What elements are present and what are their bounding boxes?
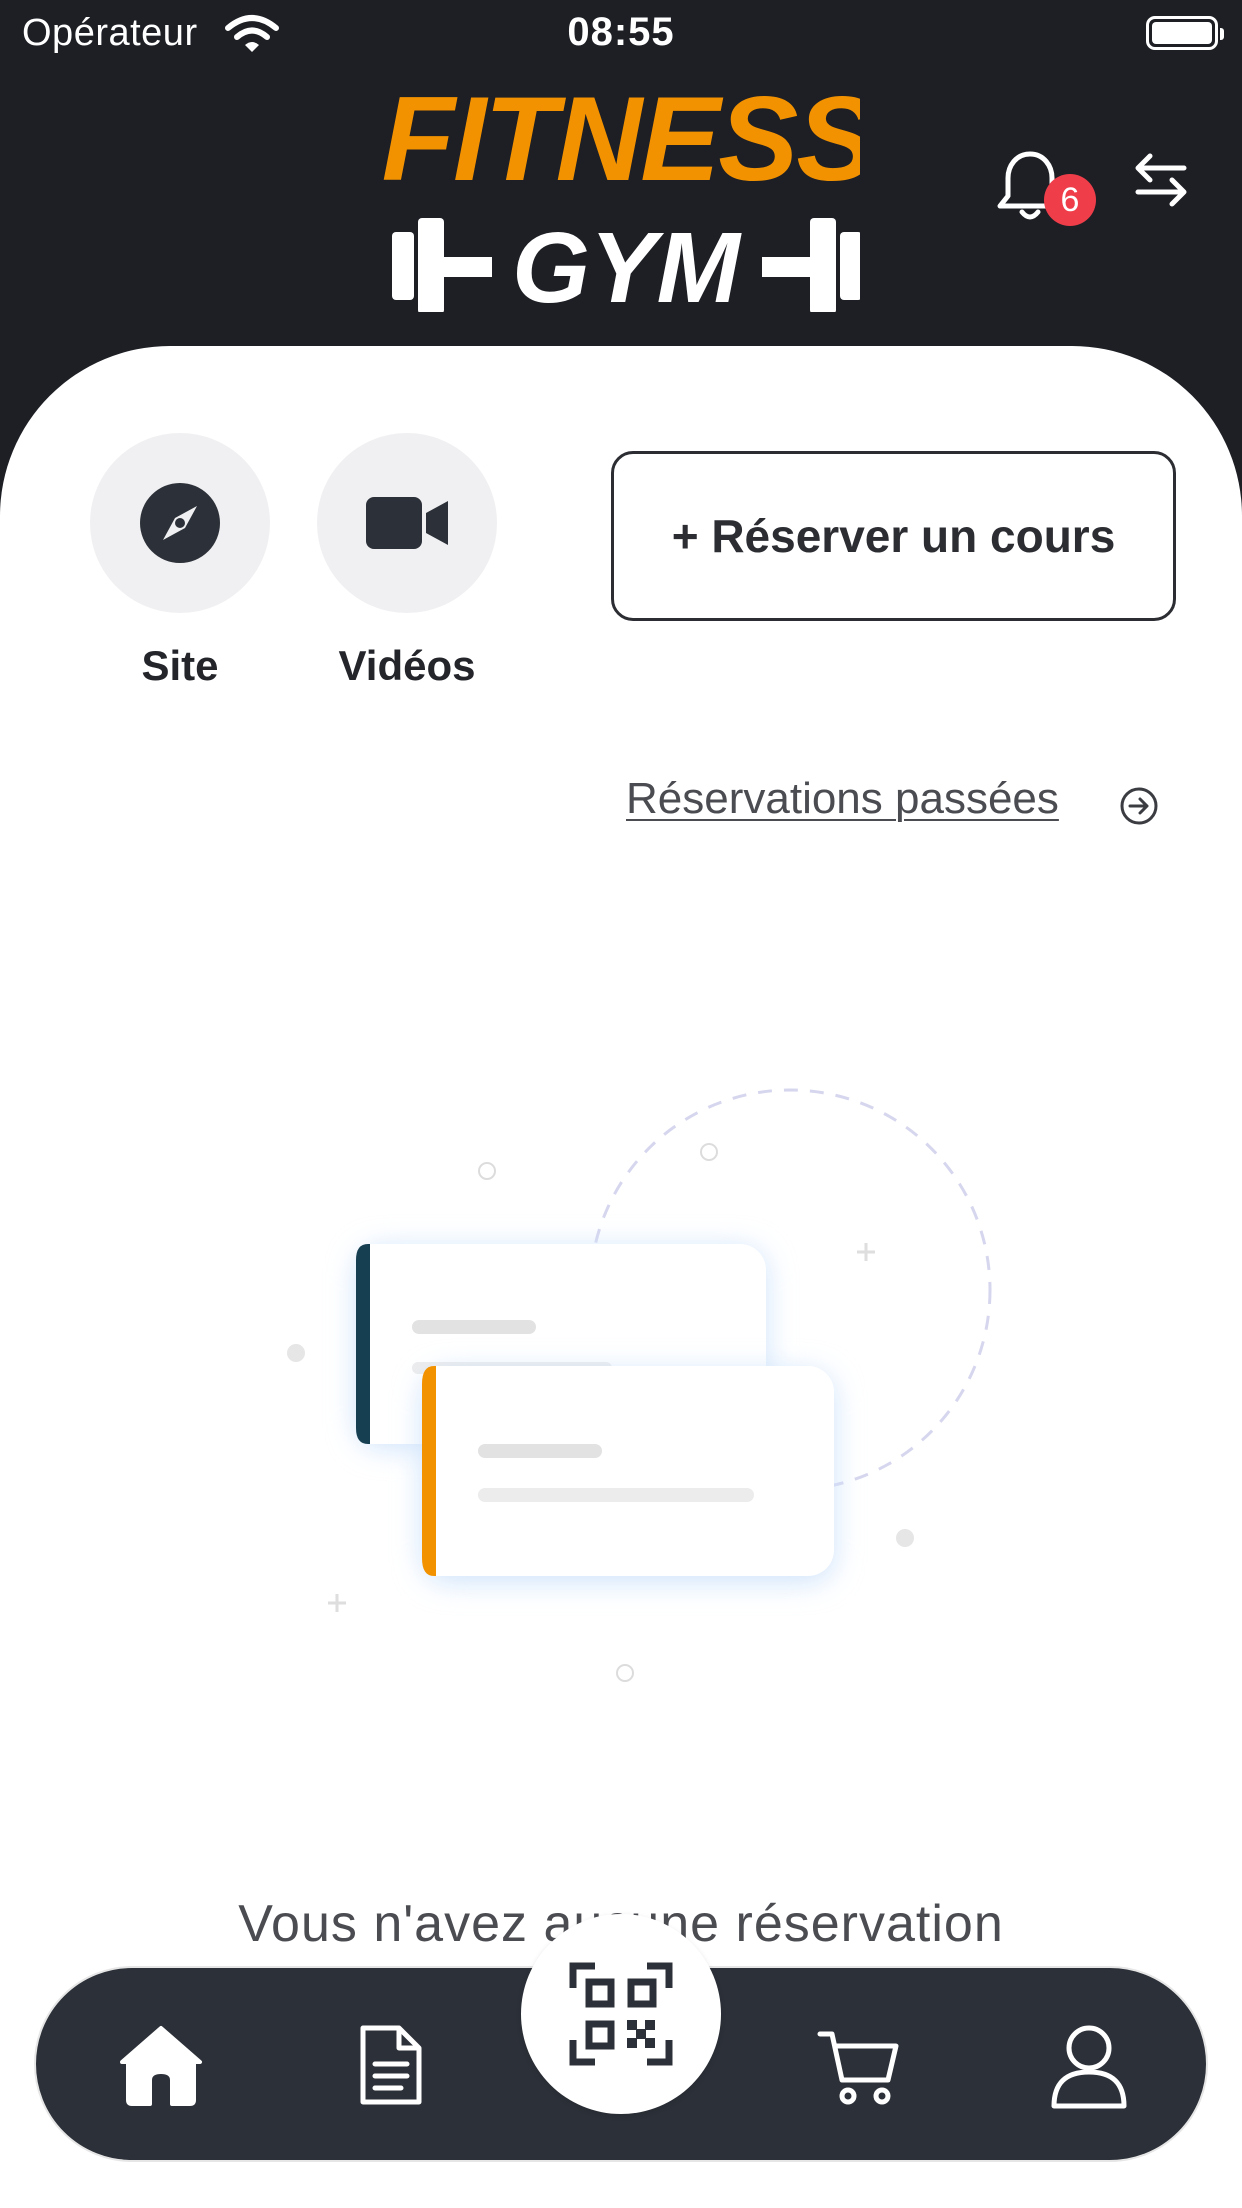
site-label: Site: [141, 642, 219, 689]
nav-profile[interactable]: [1044, 2020, 1134, 2110]
home-icon: [120, 2026, 202, 2106]
logo-text-gym: GYM: [512, 212, 742, 312]
site-button[interactable]: [90, 433, 270, 613]
nav-documents[interactable]: [345, 2020, 435, 2110]
qr-code-button[interactable]: [521, 1914, 721, 2114]
empty-reservations-illustration: [287, 1088, 992, 1682]
video-camera-icon: [366, 497, 448, 549]
cart-icon: [817, 2031, 899, 2105]
status-time: 08:55: [567, 10, 675, 54]
qr-code-icon: [569, 1962, 673, 2066]
nav-home[interactable]: [116, 2020, 206, 2110]
reserve-course-button[interactable]: + Réserver un cours: [611, 451, 1176, 621]
fitness-gym-logo: FITNESS GYM: [382, 72, 860, 312]
status-bar: Opérateur 08:55: [0, 0, 1242, 66]
arrow-circle-right-icon[interactable]: [1119, 786, 1159, 826]
user-icon: [1051, 2025, 1127, 2109]
document-icon: [360, 2025, 422, 2105]
logo-text-fitness: FITNESS: [382, 72, 860, 206]
compass-icon: [140, 483, 220, 563]
battery-icon: [1146, 16, 1224, 50]
past-reservations-link[interactable]: Réservations passées: [626, 774, 1059, 824]
switch-arrows-icon[interactable]: [1134, 150, 1188, 210]
videos-label: Vidéos: [338, 642, 476, 689]
nav-cart[interactable]: [814, 2020, 904, 2110]
videos-button[interactable]: [317, 433, 497, 613]
notification-badge: 6: [1044, 174, 1096, 226]
